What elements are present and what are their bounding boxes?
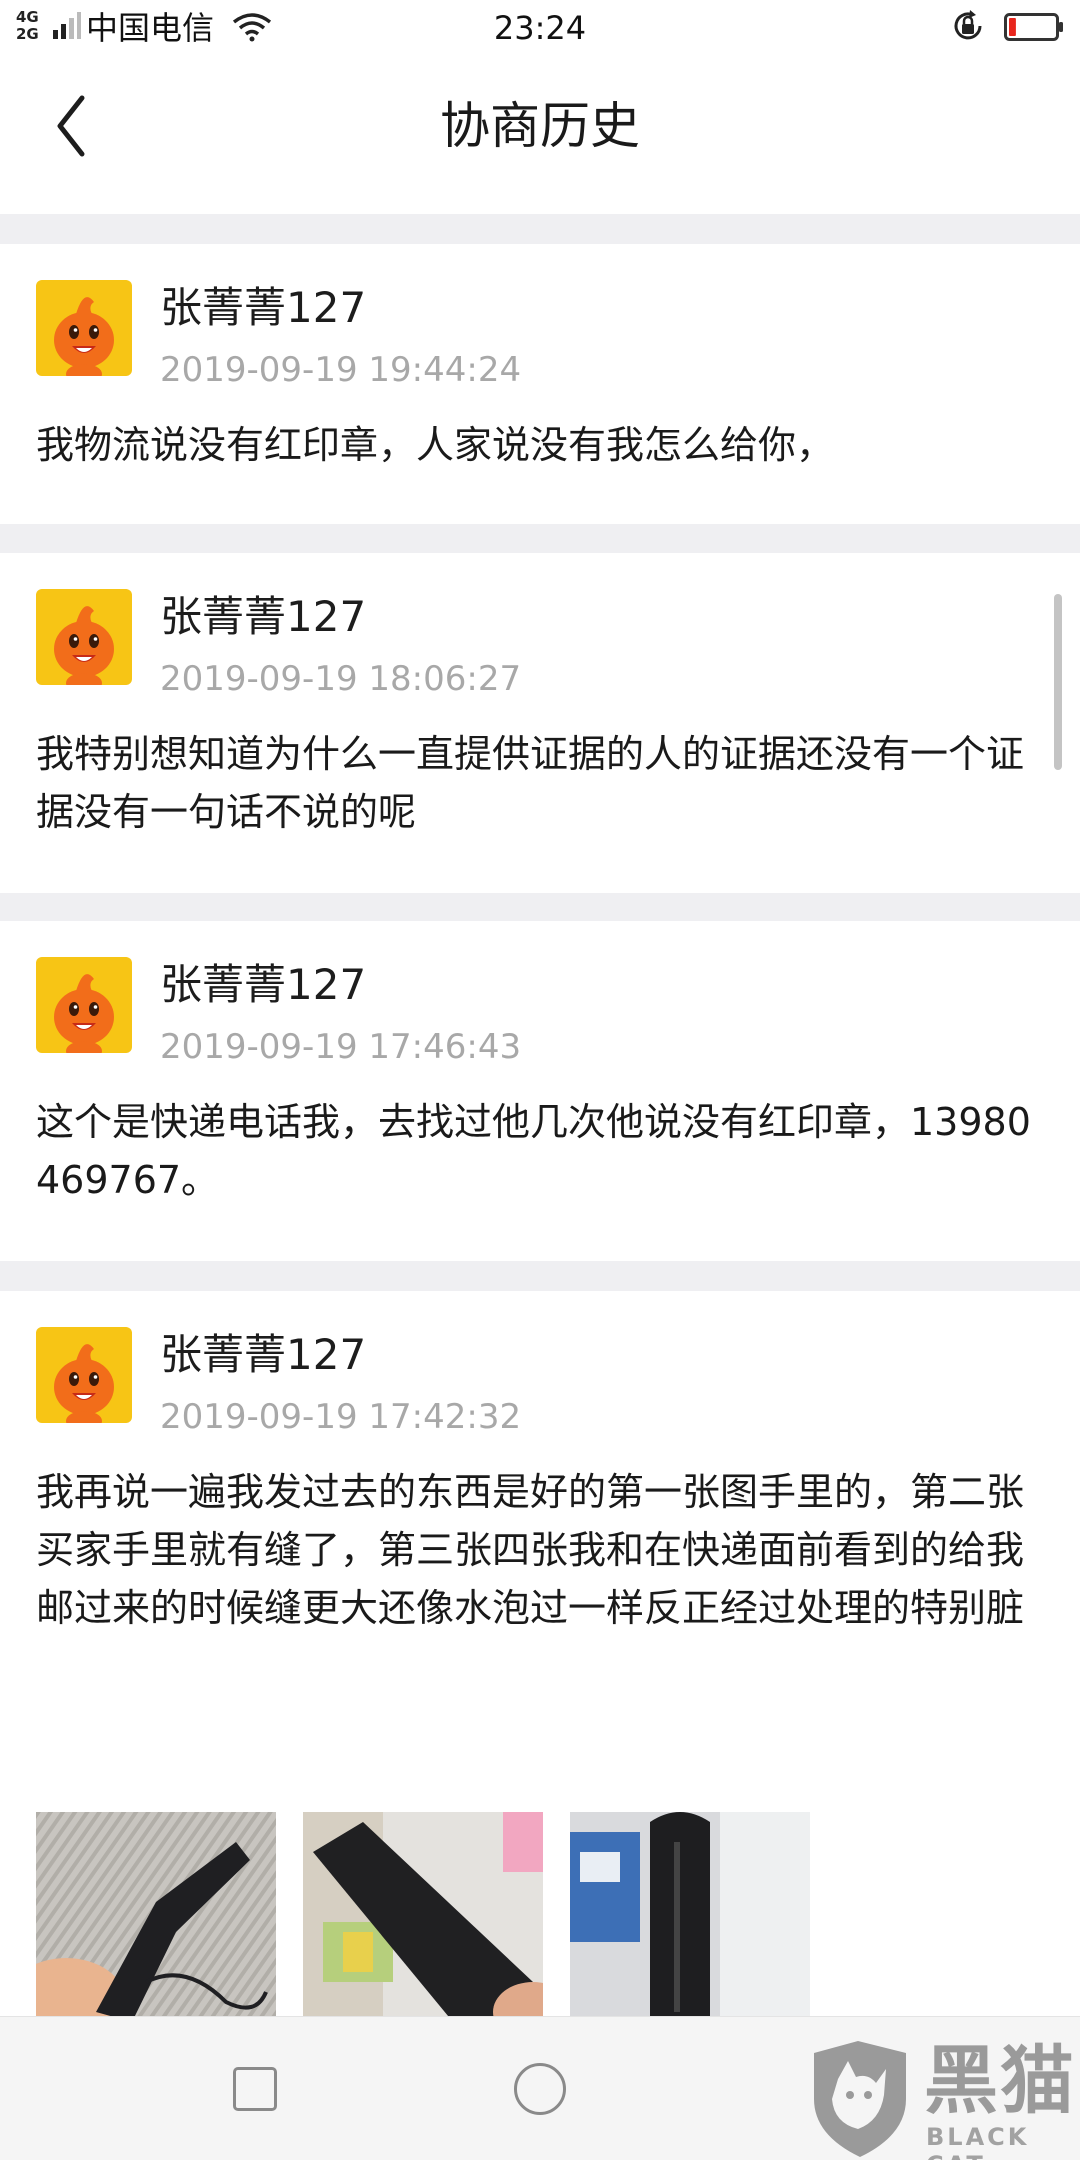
status-bar: 4G 2G 中国电信 23:24 xyxy=(0,0,1080,56)
message-text: 我再说一遍我发过去的东西是好的第一张图手里的，第二张买家手里就有缝了，第三张四张… xyxy=(36,1470,1025,1630)
evidence-photo-thumbnail[interactable] xyxy=(303,1812,543,2022)
home-button[interactable] xyxy=(514,2063,566,2115)
rotation-lock-icon xyxy=(954,10,982,40)
evidence-photo-thumbnail[interactable] xyxy=(36,1812,276,2022)
hair-straightener-photo xyxy=(570,1812,810,2022)
mascot-avatar-icon xyxy=(36,1327,132,1423)
username: 张菁菁127 xyxy=(160,1330,367,1379)
avatar[interactable] xyxy=(36,280,132,376)
battery-icon xyxy=(1004,13,1063,41)
timestamp: 2019-09-19 19:44:24 xyxy=(160,350,522,390)
mascot-avatar-icon xyxy=(36,589,132,685)
username: 张菁菁127 xyxy=(160,592,367,641)
timestamp: 2019-09-19 17:42:32 xyxy=(160,1397,522,1437)
clock: 23:24 xyxy=(493,9,587,47)
scrollbar[interactable] xyxy=(1054,594,1062,770)
negotiation-record: 张菁菁127 2019-09-19 17:46:43 这个是快递电话我，去找过他… xyxy=(0,921,1080,1261)
message-text: 这个是快递电话我，去找过他几次他说没有红印章，13980469767。 xyxy=(36,1100,1031,1202)
username: 张菁菁127 xyxy=(160,283,367,332)
negotiation-record: 张菁菁127 2019-09-19 19:44:24 我物流说没有红印章，人家说… xyxy=(0,244,1080,524)
timestamp: 2019-09-19 17:46:43 xyxy=(160,1027,522,1067)
username: 张菁菁127 xyxy=(160,960,367,1009)
watermark: 黑猫 BLACK CAT xyxy=(808,2038,1078,2160)
negotiation-record: 张菁菁127 2019-09-19 18:06:27 我特别想知道为什么一直提供… xyxy=(0,553,1080,893)
message-text: 我特别想知道为什么一直提供证据的人的证据还没有一个证据没有一句话不说的呢 xyxy=(36,732,1025,834)
message-text: 我物流说没有红印章，人家说没有我怎么给你， xyxy=(36,423,835,467)
avatar[interactable] xyxy=(36,957,132,1053)
negotiation-record: 张菁菁127 2019-09-19 17:42:32 我再说一遍我发过去的东西是… xyxy=(0,1291,1080,2022)
avatar[interactable] xyxy=(36,1327,132,1423)
watermark-chinese: 黑猫 xyxy=(924,2038,1076,2124)
page-title: 协商历史 xyxy=(440,97,640,155)
timestamp: 2019-09-19 18:06:27 xyxy=(160,659,522,699)
black-cat-logo-icon xyxy=(814,2041,906,2157)
hair-straightener-photo xyxy=(36,1812,276,2022)
navigation-header: 协商历史 xyxy=(0,56,1080,214)
hair-straightener-photo xyxy=(303,1812,543,2022)
evidence-photo-thumbnail[interactable] xyxy=(570,1812,810,2022)
avatar[interactable] xyxy=(36,589,132,685)
system-navigation-bar: 黑猫 BLACK CAT xyxy=(0,2016,1080,2160)
recent-apps-button[interactable] xyxy=(233,2067,277,2111)
watermark-english: BLACK CAT xyxy=(926,2123,1030,2160)
mascot-avatar-icon xyxy=(36,957,132,1053)
mascot-avatar-icon xyxy=(36,280,132,376)
